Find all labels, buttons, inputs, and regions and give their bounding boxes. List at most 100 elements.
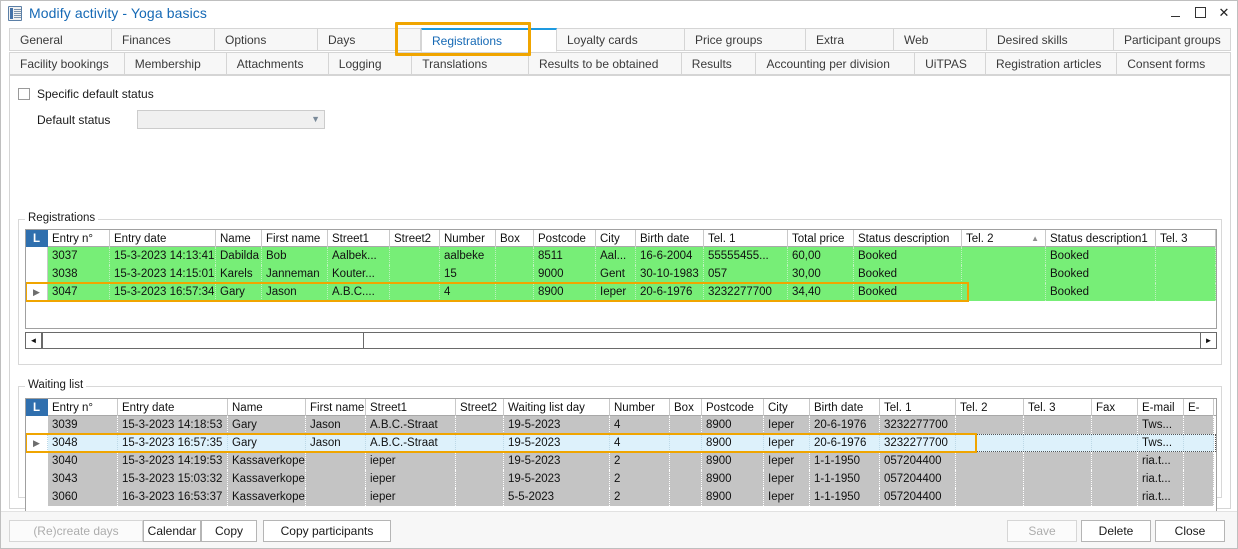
table-cell: Dabilda bbox=[216, 247, 262, 265]
column-header-entry-n-[interactable]: Entry n° bbox=[48, 399, 118, 416]
tab-registrations[interactable]: Registrations bbox=[421, 28, 557, 52]
table-row[interactable]: ▶ 3048 15-3-2023 16:57:35 Gary Jason A.B.C.-S… bbox=[26, 434, 1216, 452]
default-status-combobox[interactable]: ▼ bbox=[137, 110, 325, 129]
scroll-right-arrow-icon[interactable]: ► bbox=[1200, 332, 1217, 349]
column-header-street2[interactable]: Street2 bbox=[390, 230, 440, 247]
column-header-tel-1[interactable]: Tel. 1 bbox=[880, 399, 956, 416]
column-header-postcode[interactable]: Postcode bbox=[702, 399, 764, 416]
scroll-left-arrow-icon[interactable]: ◄ bbox=[25, 332, 42, 349]
table-cell bbox=[670, 470, 702, 488]
tab-price-groups[interactable]: Price groups bbox=[685, 28, 806, 51]
column-header-label: Box bbox=[500, 232, 520, 245]
column-header-tel-2[interactable]: Tel. 2 bbox=[956, 399, 1024, 416]
specific-default-status-row[interactable]: Specific default status bbox=[18, 87, 154, 101]
tab-general[interactable]: General bbox=[9, 28, 112, 51]
table-cell bbox=[956, 416, 1024, 434]
column-header-box[interactable]: Box bbox=[496, 230, 534, 247]
specific-default-status-checkbox[interactable] bbox=[18, 88, 30, 100]
column-header-fax[interactable]: Fax bbox=[1092, 399, 1138, 416]
column-header-box[interactable]: Box bbox=[670, 399, 702, 416]
tab-desired-skills[interactable]: Desired skills bbox=[987, 28, 1114, 51]
table-cell: 3039 bbox=[48, 416, 118, 434]
tab-uitpas[interactable]: UiTPAS bbox=[915, 52, 986, 75]
column-header-total-price[interactable]: Total price bbox=[788, 230, 854, 247]
column-header-name[interactable]: Name bbox=[216, 230, 262, 247]
column-header-street1[interactable]: Street1 bbox=[328, 230, 390, 247]
tab-participant-groups[interactable]: Participant groups bbox=[1114, 28, 1231, 51]
column-header-status-description[interactable]: Status description bbox=[854, 230, 962, 247]
column-header-birth-date[interactable]: Birth date bbox=[810, 399, 880, 416]
column-header-tel-3[interactable]: Tel. 3 bbox=[1024, 399, 1092, 416]
tab-facility-bookings[interactable]: Facility bookings bbox=[9, 52, 125, 75]
column-header-e-[interactable]: E- bbox=[1184, 399, 1214, 416]
table-row[interactable]: 3040 15-3-2023 14:19:53 Kassaverkopen ieper… bbox=[26, 452, 1216, 470]
tab-extra[interactable]: Extra bbox=[806, 28, 894, 51]
column-header-street2[interactable]: Street2 bbox=[456, 399, 504, 416]
column-header-number[interactable]: Number bbox=[440, 230, 496, 247]
tab-attachments[interactable]: Attachments bbox=[226, 52, 329, 75]
calendar-button[interactable]: Calendar bbox=[143, 520, 201, 542]
column-header-name[interactable]: Name bbox=[228, 399, 306, 416]
column-header-street1[interactable]: Street1 bbox=[366, 399, 456, 416]
column-header-tel-3[interactable]: Tel. 3 bbox=[1156, 230, 1216, 247]
tab-consent-forms[interactable]: Consent forms bbox=[1117, 52, 1232, 75]
document-list-icon bbox=[8, 5, 22, 21]
tab-results-to-be-obtained[interactable]: Results to be obtained bbox=[528, 52, 682, 75]
tab-loyalty-cards[interactable]: Loyalty cards bbox=[557, 28, 685, 51]
column-header-entry-date[interactable]: Entry date bbox=[118, 399, 228, 416]
table-cell: Booked bbox=[854, 265, 962, 283]
table-cell: Booked bbox=[1046, 247, 1156, 265]
save-button[interactable]: Save bbox=[1007, 520, 1077, 542]
tab-finances[interactable]: Finances bbox=[112, 28, 215, 51]
tab-options[interactable]: Options bbox=[215, 28, 318, 51]
minimize-button[interactable] bbox=[1169, 3, 1183, 21]
scroll-track[interactable] bbox=[364, 332, 1200, 349]
column-header-waiting-list-day[interactable]: Waiting list day bbox=[504, 399, 610, 416]
column-header-l[interactable]: L bbox=[26, 230, 48, 247]
column-header-city[interactable]: City bbox=[596, 230, 636, 247]
tab-logging[interactable]: Logging bbox=[328, 52, 413, 75]
column-header-tel-1[interactable]: Tel. 1 bbox=[704, 230, 788, 247]
tab-label: Participant groups bbox=[1124, 32, 1221, 47]
close-button[interactable]: Close bbox=[1155, 520, 1225, 542]
table-row[interactable]: 3060 16-3-2023 16:53:37 Kassaverkopen ieper… bbox=[26, 488, 1216, 506]
tab-label: Price groups bbox=[695, 32, 763, 47]
table-row[interactable]: 3043 15-3-2023 15:03:32 Kassaverkopen ieper… bbox=[26, 470, 1216, 488]
column-header-first-name[interactable]: First name bbox=[262, 230, 328, 247]
tab-web[interactable]: Web bbox=[894, 28, 987, 51]
registrations-grid[interactable]: L Entry n° Entry date Name First name Street1… bbox=[25, 229, 1217, 329]
table-row[interactable]: 3037 15-3-2023 14:13:41 Dabilda Bob Aalbek..… bbox=[26, 247, 1216, 265]
column-header-l[interactable]: L bbox=[26, 399, 48, 416]
tab-days[interactable]: Days bbox=[318, 28, 421, 51]
tab-accounting-per-division[interactable]: Accounting per division bbox=[756, 52, 916, 75]
column-header-e-mail[interactable]: E-mail bbox=[1138, 399, 1184, 416]
copy-button[interactable]: Copy bbox=[201, 520, 257, 542]
table-cell: 057 bbox=[704, 265, 788, 283]
row-indicator bbox=[26, 452, 48, 470]
copy-participants-button[interactable]: Copy participants bbox=[263, 520, 391, 542]
column-header-status-description1[interactable]: Status description1 bbox=[1046, 230, 1156, 247]
column-header-postcode[interactable]: Postcode bbox=[534, 230, 596, 247]
registrations-hscrollbar[interactable]: ◄ ► bbox=[25, 332, 1217, 349]
close-icon[interactable]: ✕ bbox=[1217, 3, 1231, 21]
tab-membership[interactable]: Membership bbox=[124, 52, 227, 75]
table-row[interactable]: ▶ 3047 15-3-2023 16:57:34 Gary Jason A.B.C...… bbox=[26, 283, 1216, 301]
column-header-birth-date[interactable]: Birth date bbox=[636, 230, 704, 247]
table-cell: Booked bbox=[854, 247, 962, 265]
maximize-button[interactable] bbox=[1193, 3, 1207, 21]
column-header-entry-n-[interactable]: Entry n° bbox=[48, 230, 110, 247]
recreate-days-button[interactable]: (Re)create days bbox=[9, 520, 143, 542]
tab-registration-articles[interactable]: Registration articles bbox=[985, 52, 1118, 75]
tab-translations[interactable]: Translations bbox=[412, 52, 529, 75]
column-header-number[interactable]: Number bbox=[610, 399, 670, 416]
column-header-tel-2[interactable]: Tel. 2 ▲ bbox=[962, 230, 1046, 247]
column-header-entry-date[interactable]: Entry date bbox=[110, 230, 216, 247]
delete-button[interactable]: Delete bbox=[1081, 520, 1151, 542]
column-header-city[interactable]: City bbox=[764, 399, 810, 416]
scroll-thumb[interactable] bbox=[42, 332, 364, 349]
table-row[interactable]: 3039 15-3-2023 14:18:53 Gary Jason A.B.C.-St… bbox=[26, 416, 1216, 434]
table-cell: 34,40 bbox=[788, 283, 854, 301]
tab-results[interactable]: Results bbox=[681, 52, 757, 75]
table-row[interactable]: 3038 15-3-2023 14:15:01 Karels Janneman Kout… bbox=[26, 265, 1216, 283]
column-header-first-name[interactable]: First name bbox=[306, 399, 366, 416]
